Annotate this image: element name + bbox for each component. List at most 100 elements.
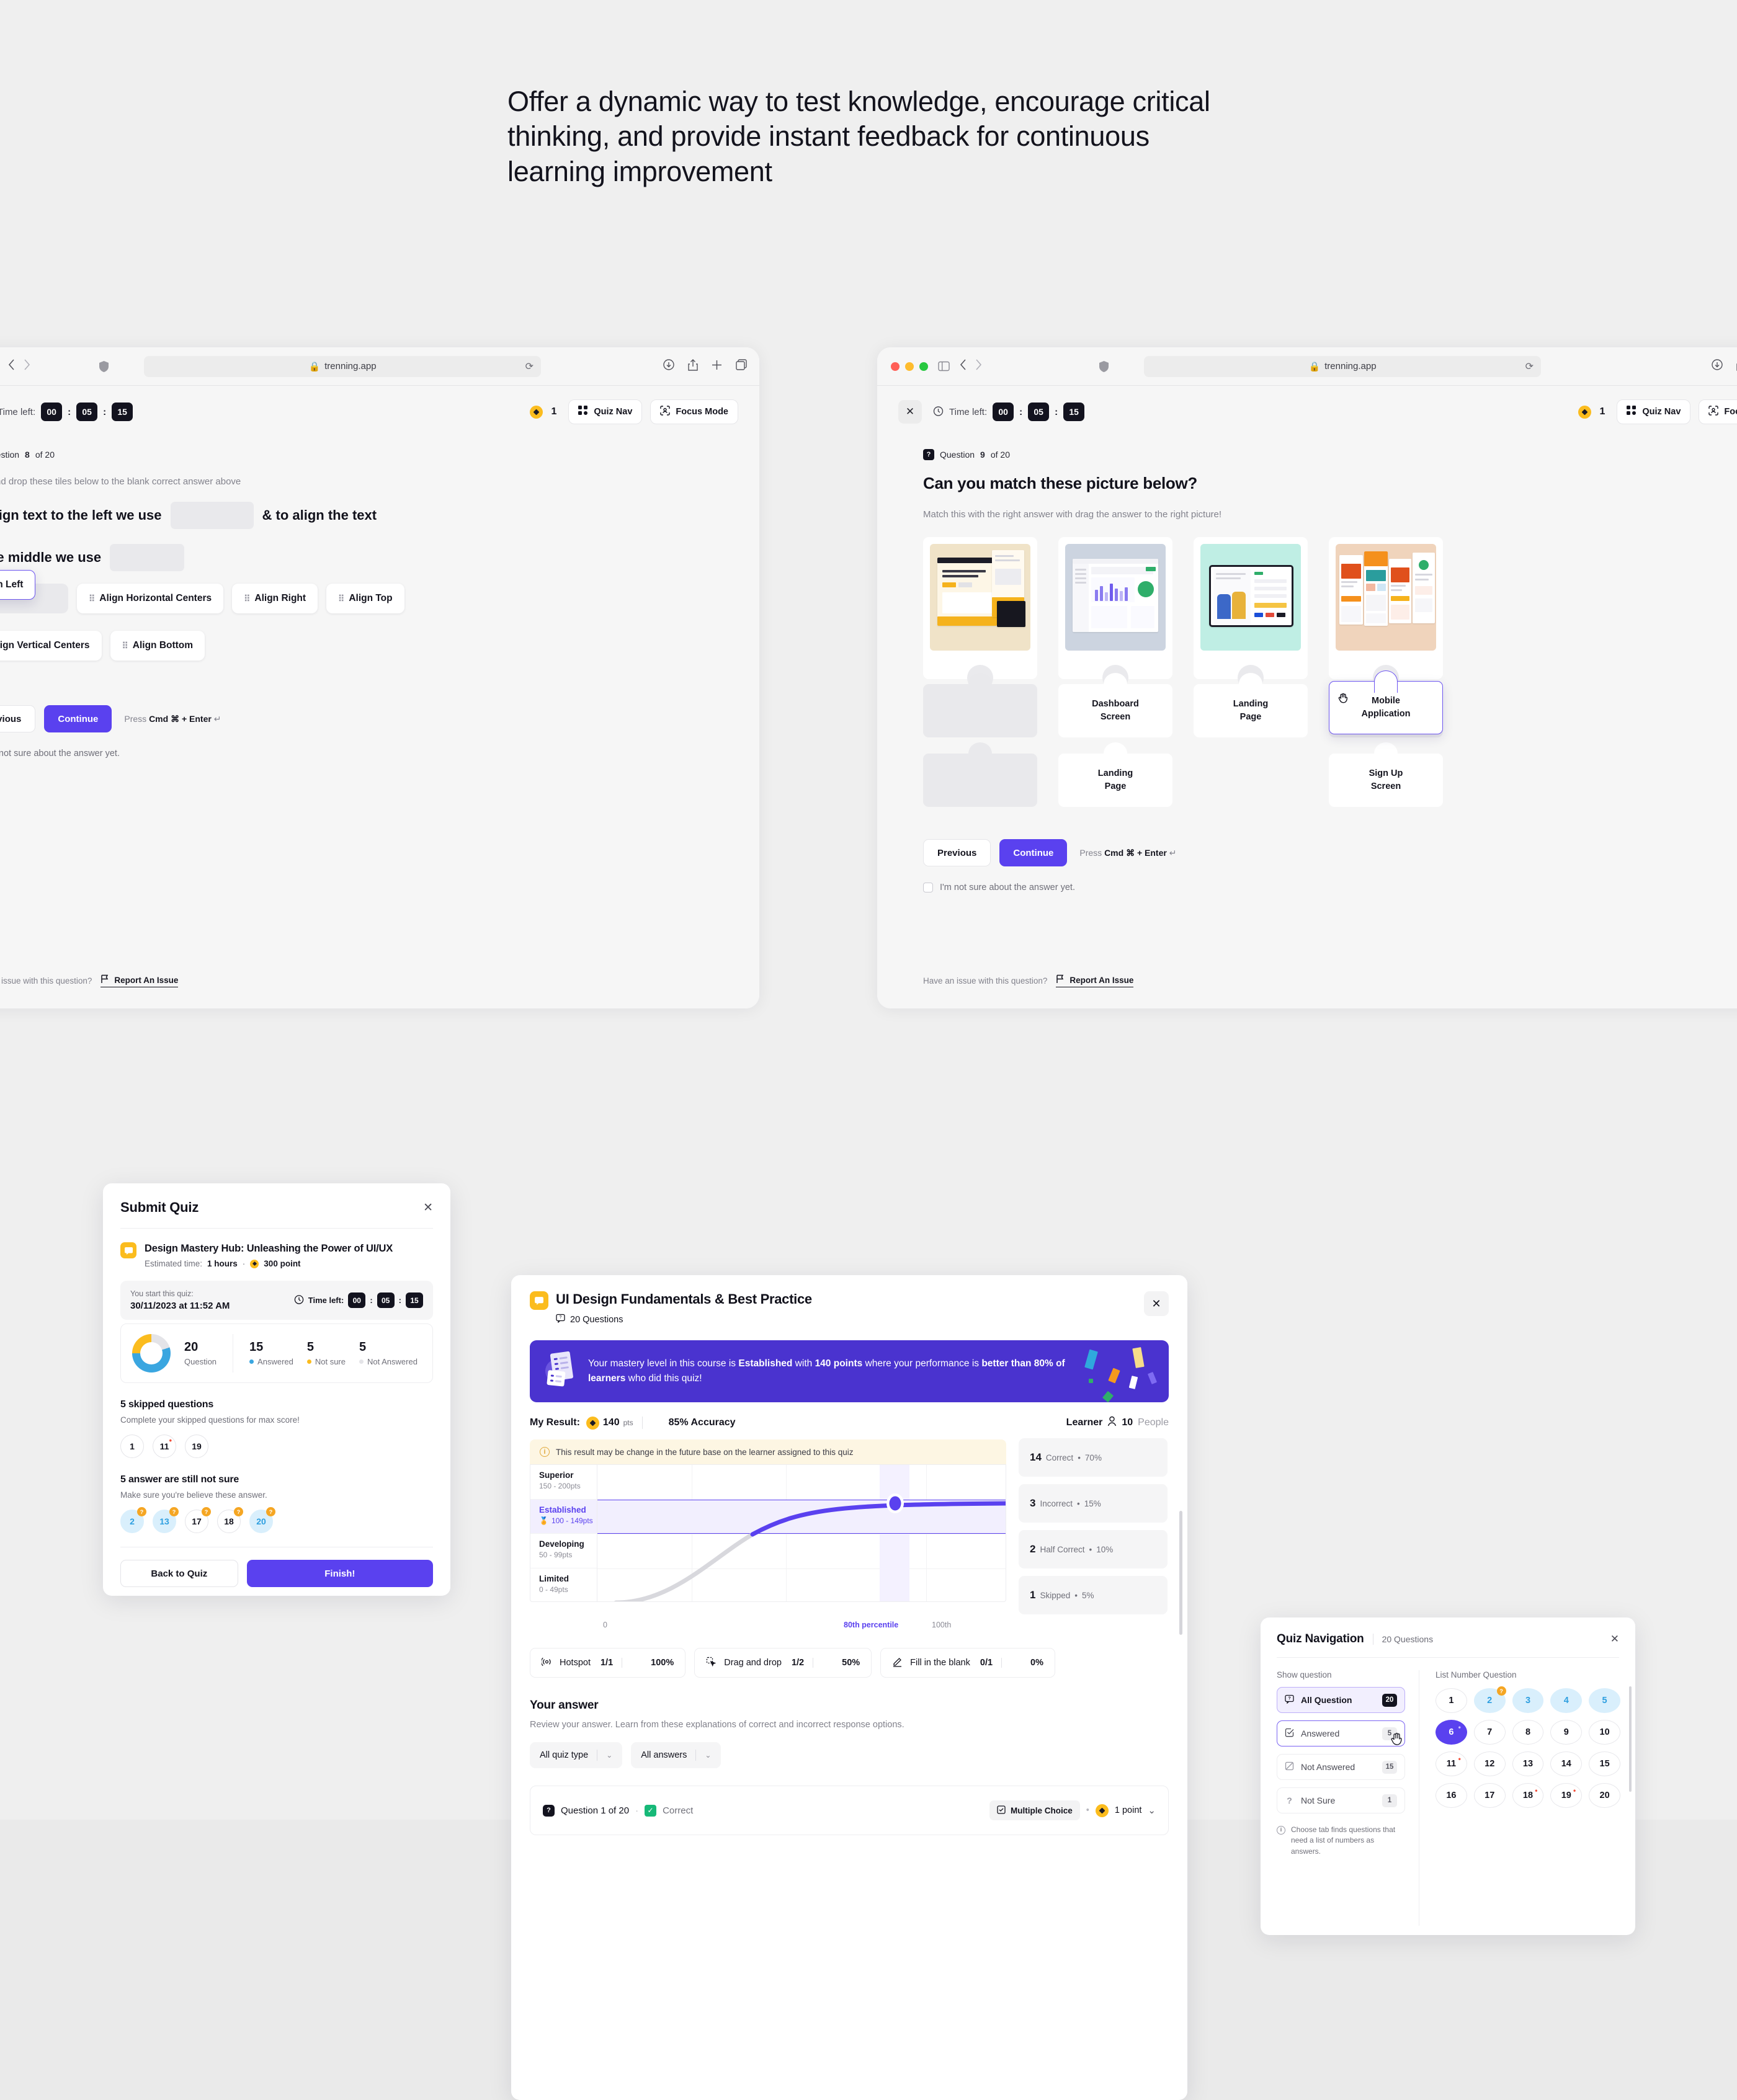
- puzzle-image-card[interactable]: [1194, 537, 1308, 691]
- not-sure-row-left[interactable]: I'm not sure about the answer yet.: [0, 749, 717, 759]
- close-icon[interactable]: ✕: [1610, 1633, 1619, 1645]
- question-number[interactable]: 2?: [1473, 1686, 1506, 1713]
- puzzle-answer-slot-empty[interactable]: [923, 673, 1037, 737]
- sidebar-icon[interactable]: [938, 361, 950, 372]
- address-bar[interactable]: 🔒 trenning.app ⟳: [1099, 355, 1541, 377]
- report-issue-link[interactable]: Report An Issue: [100, 974, 179, 987]
- browser-nav-arrows[interactable]: [960, 359, 982, 373]
- previous-button[interactable]: Previous: [923, 839, 991, 866]
- shield-icon[interactable]: [1099, 360, 1109, 372]
- forward-icon[interactable]: [24, 359, 30, 373]
- reload-icon[interactable]: ⟳: [1525, 360, 1534, 373]
- notsure-pill[interactable]: 17?: [185, 1507, 211, 1534]
- answer-tile[interactable]: ⠿ Align Right: [232, 584, 318, 613]
- answer-tile[interactable]: ⠿ Align Top: [326, 584, 404, 613]
- not-sure-row-right[interactable]: I'm not sure about the answer yet.: [923, 883, 1737, 892]
- address-bar[interactable]: 🔒 trenning.app ⟳: [99, 355, 541, 377]
- puzzle-image-card[interactable]: [1058, 537, 1172, 691]
- continue-button[interactable]: Continue: [44, 705, 112, 732]
- question-number[interactable]: 7: [1473, 1720, 1506, 1745]
- question-number[interactable]: 5: [1589, 1688, 1620, 1713]
- question-number[interactable]: 10: [1589, 1720, 1620, 1745]
- close-quiz-button[interactable]: ✕: [898, 400, 922, 424]
- previous-button[interactable]: Previous: [0, 705, 36, 732]
- nav-filter-not-sure[interactable]: ? Not Sure 1: [1277, 1787, 1405, 1813]
- forward-icon[interactable]: [975, 359, 982, 373]
- browser-nav-arrows[interactable]: [8, 359, 30, 373]
- download-icon[interactable]: [663, 359, 674, 373]
- filter-answers-select[interactable]: All answers ⌄: [631, 1742, 721, 1768]
- nav-scrollbar[interactable]: [1629, 1686, 1632, 1792]
- share-icon[interactable]: [688, 358, 698, 374]
- type-chip-hotspot[interactable]: Hotspot 1/1 100%: [530, 1648, 686, 1678]
- nav-filter-all-question[interactable]: ? All Question 20: [1277, 1687, 1405, 1713]
- answer-tile[interactable]: ⠿ Align Horizontal Centers: [77, 584, 224, 613]
- back-icon[interactable]: [8, 359, 15, 373]
- plus-icon[interactable]: [712, 360, 722, 373]
- quiz-nav-button[interactable]: Quiz Nav: [568, 399, 643, 424]
- notsure-pill[interactable]: 18?: [217, 1507, 243, 1534]
- back-to-quiz-button[interactable]: Back to Quiz: [120, 1560, 238, 1588]
- focus-mode-button[interactable]: Focus Mode: [650, 399, 738, 424]
- puzzle-slot-signup-screen[interactable]: Sign Up Screen: [1329, 742, 1443, 807]
- question-number[interactable]: 19 •: [1550, 1783, 1583, 1808]
- question-number[interactable]: 16: [1436, 1783, 1467, 1808]
- question-number-current[interactable]: 6 •: [1436, 1720, 1467, 1745]
- modal-scrollbar[interactable]: [1179, 1511, 1182, 1635]
- answer-review-row[interactable]: ? Question 1 of 20 · ✓ Correct Multiple …: [530, 1786, 1169, 1835]
- puzzle-image-card[interactable]: [1329, 537, 1443, 691]
- notsure-pill[interactable]: 13?: [153, 1507, 179, 1534]
- nav-filter-answered[interactable]: Answered 5: [1277, 1720, 1405, 1746]
- puzzle-slot-empty[interactable]: [923, 742, 1037, 807]
- maximize-window-dot[interactable]: [919, 362, 928, 371]
- puzzle-answer-slot[interactable]: Dashboard Screen: [1058, 673, 1172, 737]
- question-number[interactable]: 1: [1436, 1688, 1467, 1713]
- notsure-pill[interactable]: 20?: [249, 1507, 275, 1534]
- quiz-nav-button[interactable]: Quiz Nav: [1617, 399, 1691, 424]
- question-number[interactable]: 9: [1550, 1720, 1583, 1745]
- skipped-pill[interactable]: 11 •: [153, 1435, 176, 1459]
- close-icon[interactable]: ✕: [1144, 1291, 1169, 1316]
- question-number[interactable]: 12: [1473, 1751, 1506, 1776]
- close-icon[interactable]: ✕: [423, 1201, 433, 1215]
- question-number[interactable]: 8: [1512, 1720, 1544, 1745]
- reload-icon[interactable]: ⟳: [525, 360, 534, 373]
- finish-button[interactable]: Finish!: [246, 1560, 433, 1588]
- not-sure-checkbox[interactable]: [923, 883, 933, 892]
- question-number[interactable]: 13: [1512, 1751, 1544, 1776]
- puzzle-answer-dragging[interactable]: Mobile Application: [1329, 670, 1443, 734]
- tabs-icon[interactable]: [736, 359, 747, 373]
- answer-blank-1[interactable]: [170, 502, 254, 529]
- back-icon[interactable]: [960, 359, 967, 373]
- question-number[interactable]: 3: [1512, 1688, 1544, 1713]
- puzzle-image-card[interactable]: [923, 537, 1037, 691]
- continue-button[interactable]: Continue: [999, 839, 1068, 866]
- answer-tile[interactable]: ⠿Align Vertical Centers: [0, 631, 102, 661]
- question-number[interactable]: 20: [1589, 1783, 1620, 1808]
- question-number[interactable]: 11 •: [1436, 1751, 1467, 1776]
- question-number[interactable]: 4: [1550, 1688, 1583, 1713]
- puzzle-slot-landing-page[interactable]: Landing Page: [1058, 742, 1172, 807]
- nav-filter-not-answered[interactable]: Not Answered 15: [1277, 1754, 1405, 1780]
- question-number[interactable]: 14: [1550, 1751, 1583, 1776]
- answer-tile[interactable]: ⠿ Align Bottom: [110, 631, 205, 661]
- type-chip-fill-blank[interactable]: Fill in the blank 0/1 0%: [880, 1648, 1056, 1678]
- answer-tile-dragging[interactable]: Align Left: [0, 570, 36, 600]
- filter-quiz-type-select[interactable]: All quiz type ⌄: [530, 1742, 623, 1768]
- skipped-pill[interactable]: 19: [185, 1435, 208, 1459]
- chevron-down-icon[interactable]: ⌄: [1148, 1805, 1156, 1816]
- answer-blank-2[interactable]: [110, 544, 185, 571]
- notsure-pill[interactable]: 2?: [120, 1507, 146, 1534]
- question-number[interactable]: 18 •: [1512, 1783, 1544, 1808]
- download-icon[interactable]: [1712, 359, 1723, 373]
- skipped-pill[interactable]: 1: [120, 1435, 144, 1459]
- type-chip-drag-drop[interactable]: Drag and drop 1/2 50%: [694, 1648, 872, 1678]
- puzzle-answer-slot[interactable]: Landing Page: [1194, 673, 1308, 737]
- shield-icon[interactable]: [99, 360, 109, 372]
- close-window-dot[interactable]: [891, 362, 900, 371]
- minimize-window-dot[interactable]: [905, 362, 914, 371]
- focus-mode-button[interactable]: Focus Mode: [1699, 399, 1737, 424]
- window-traffic-lights[interactable]: [891, 362, 928, 371]
- report-issue-link[interactable]: Report An Issue: [1056, 974, 1134, 987]
- question-number[interactable]: 17: [1473, 1783, 1506, 1808]
